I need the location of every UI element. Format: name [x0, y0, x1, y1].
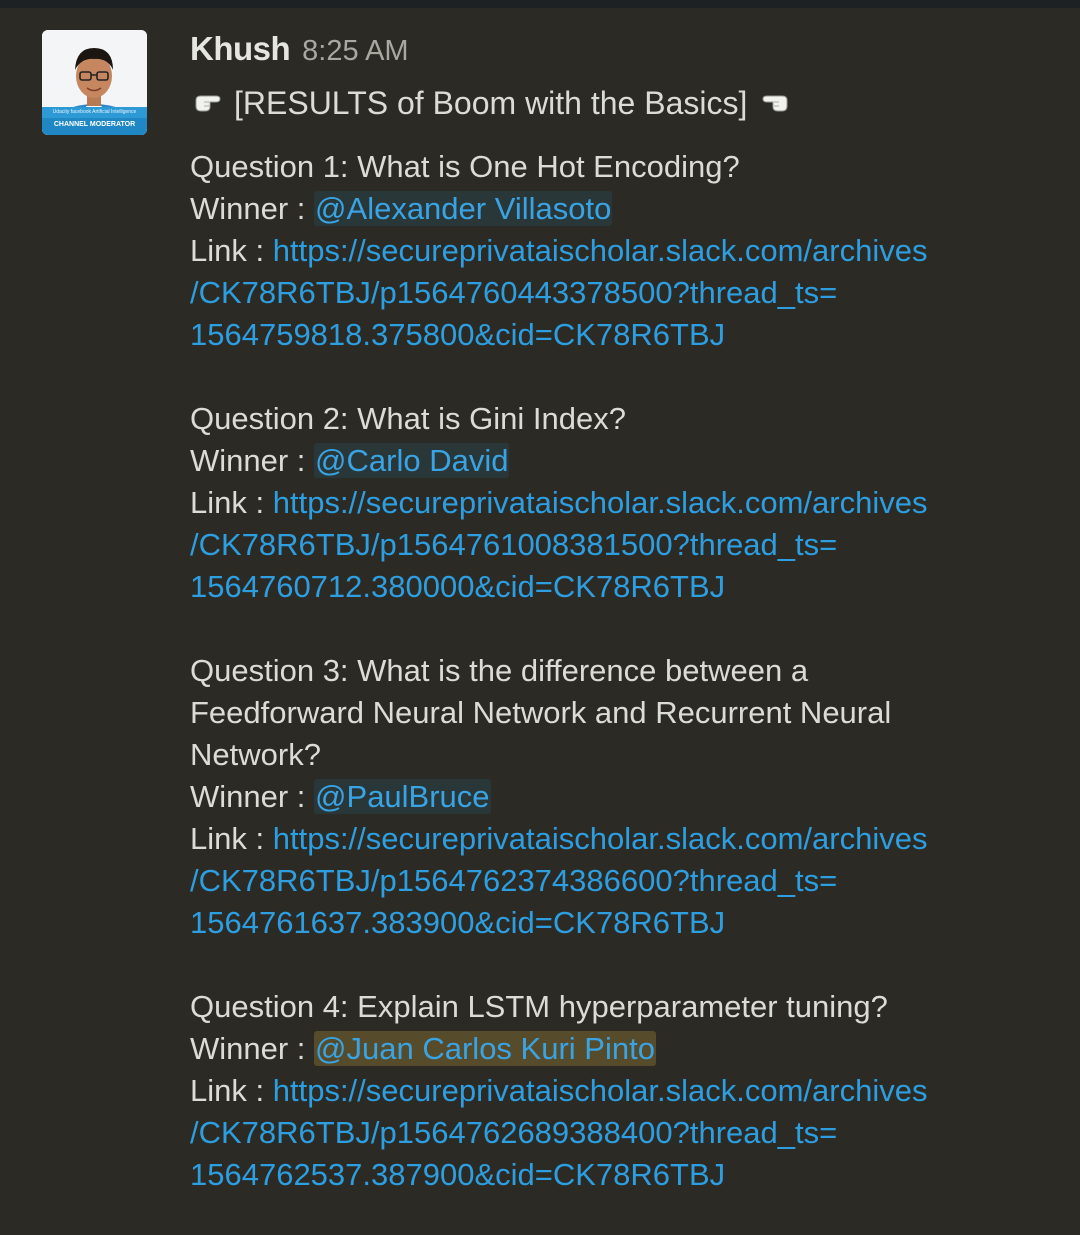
thread-link-continued[interactable]: 1564759818.375800&cid=CK78R6TBJ: [190, 314, 1050, 356]
thread-link-continued[interactable]: /CK78R6TBJ/p1564762374386600?thread_ts=: [190, 860, 1050, 902]
thread-link-continued[interactable]: /CK78R6TBJ/p1564761008381500?thread_ts=: [190, 524, 1050, 566]
message: Khush 8:25 AM [RESULTS of Boom with the …: [190, 30, 1050, 1235]
top-bar: [0, 0, 1080, 8]
winner-label: Winner :: [190, 1031, 306, 1066]
winner-mention[interactable]: @Carlo David: [314, 443, 510, 478]
link-line: Link : https://secureprivataischolar.sla…: [190, 1070, 1050, 1112]
message-header: Khush 8:25 AM: [190, 30, 1050, 76]
winner-line: Winner : @Carlo David: [190, 440, 1050, 482]
question-text: Question 2: What is Gini Index?: [190, 401, 626, 436]
timestamp[interactable]: 8:25 AM: [302, 35, 408, 68]
thread-link-continued[interactable]: 1564762537.387900&cid=CK78R6TBJ: [190, 1154, 1050, 1196]
question-block-4: Question 4: Explain LSTM hyperparameter …: [190, 986, 1050, 1196]
message-body: Question 1: What is One Hot Encoding? Wi…: [190, 146, 1050, 1196]
thread-link-continued[interactable]: /CK78R6TBJ/p1564760443378500?thread_ts=: [190, 272, 1050, 314]
question-text: Question 3: What is the difference betwe…: [190, 653, 809, 688]
thread-link-continued[interactable]: /CK78R6TBJ/p1564762689388400?thread_ts=: [190, 1112, 1050, 1154]
point-left-icon: [762, 95, 788, 112]
question-block-1: Question 1: What is One Hot Encoding? Wi…: [190, 146, 1050, 356]
link-label: Link :: [190, 233, 265, 268]
question-text: Question 1: What is One Hot Encoding?: [190, 149, 740, 184]
question-text-continued: Feedforward Neural Network and Recurrent…: [190, 695, 892, 730]
avatar[interactable]: Udacity facebook Artificial Intelligence…: [42, 30, 147, 135]
link-line: Link : https://secureprivataischolar.sla…: [190, 230, 1050, 272]
message-title: [RESULTS of Boom with the Basics]: [190, 78, 1050, 128]
title-text: [RESULTS of Boom with the Basics]: [234, 84, 748, 121]
winner-label: Winner :: [190, 779, 306, 814]
link-label: Link :: [190, 485, 265, 520]
avatar-image: [42, 30, 147, 135]
winner-line: Winner : @PaulBruce: [190, 776, 1050, 818]
link-line: Link : https://secureprivataischolar.sla…: [190, 482, 1050, 524]
winner-line: Winner : @Juan Carlos Kuri Pinto: [190, 1028, 1050, 1070]
thread-link-continued[interactable]: 1564761637.383900&cid=CK78R6TBJ: [190, 902, 1050, 944]
question-block-2: Question 2: What is Gini Index? Winner :…: [190, 398, 1050, 608]
thread-link-continued[interactable]: 1564760712.380000&cid=CK78R6TBJ: [190, 566, 1050, 608]
link-line: Link : https://secureprivataischolar.sla…: [190, 818, 1050, 860]
channel-moderator-badge: CHANNEL MODERATOR: [53, 121, 136, 128]
thread-link[interactable]: https://secureprivataischolar.slack.com/…: [273, 821, 928, 856]
question-block-3: Question 3: What is the difference betwe…: [190, 650, 1050, 944]
avatar-banner-text: Udacity facebook Artificial Intelligence: [52, 109, 137, 115]
question-text: Question 4: Explain LSTM hyperparameter …: [190, 989, 888, 1024]
winner-mention[interactable]: @Alexander Villasoto: [314, 191, 613, 226]
thread-link[interactable]: https://secureprivataischolar.slack.com/…: [273, 485, 928, 520]
link-label: Link :: [190, 1073, 265, 1108]
link-label: Link :: [190, 821, 265, 856]
thread-link[interactable]: https://secureprivataischolar.slack.com/…: [273, 1073, 928, 1108]
point-right-icon: [195, 95, 221, 112]
winner-line: Winner : @Alexander Villasoto: [190, 188, 1050, 230]
question-text-continued: Network?: [190, 737, 321, 772]
author-name[interactable]: Khush: [190, 30, 291, 68]
winner-mention[interactable]: @PaulBruce: [314, 779, 491, 814]
winner-mention-self[interactable]: @Juan Carlos Kuri Pinto: [314, 1031, 656, 1066]
winner-label: Winner :: [190, 191, 306, 226]
thread-link[interactable]: https://secureprivataischolar.slack.com/…: [273, 233, 928, 268]
winner-label: Winner :: [190, 443, 306, 478]
